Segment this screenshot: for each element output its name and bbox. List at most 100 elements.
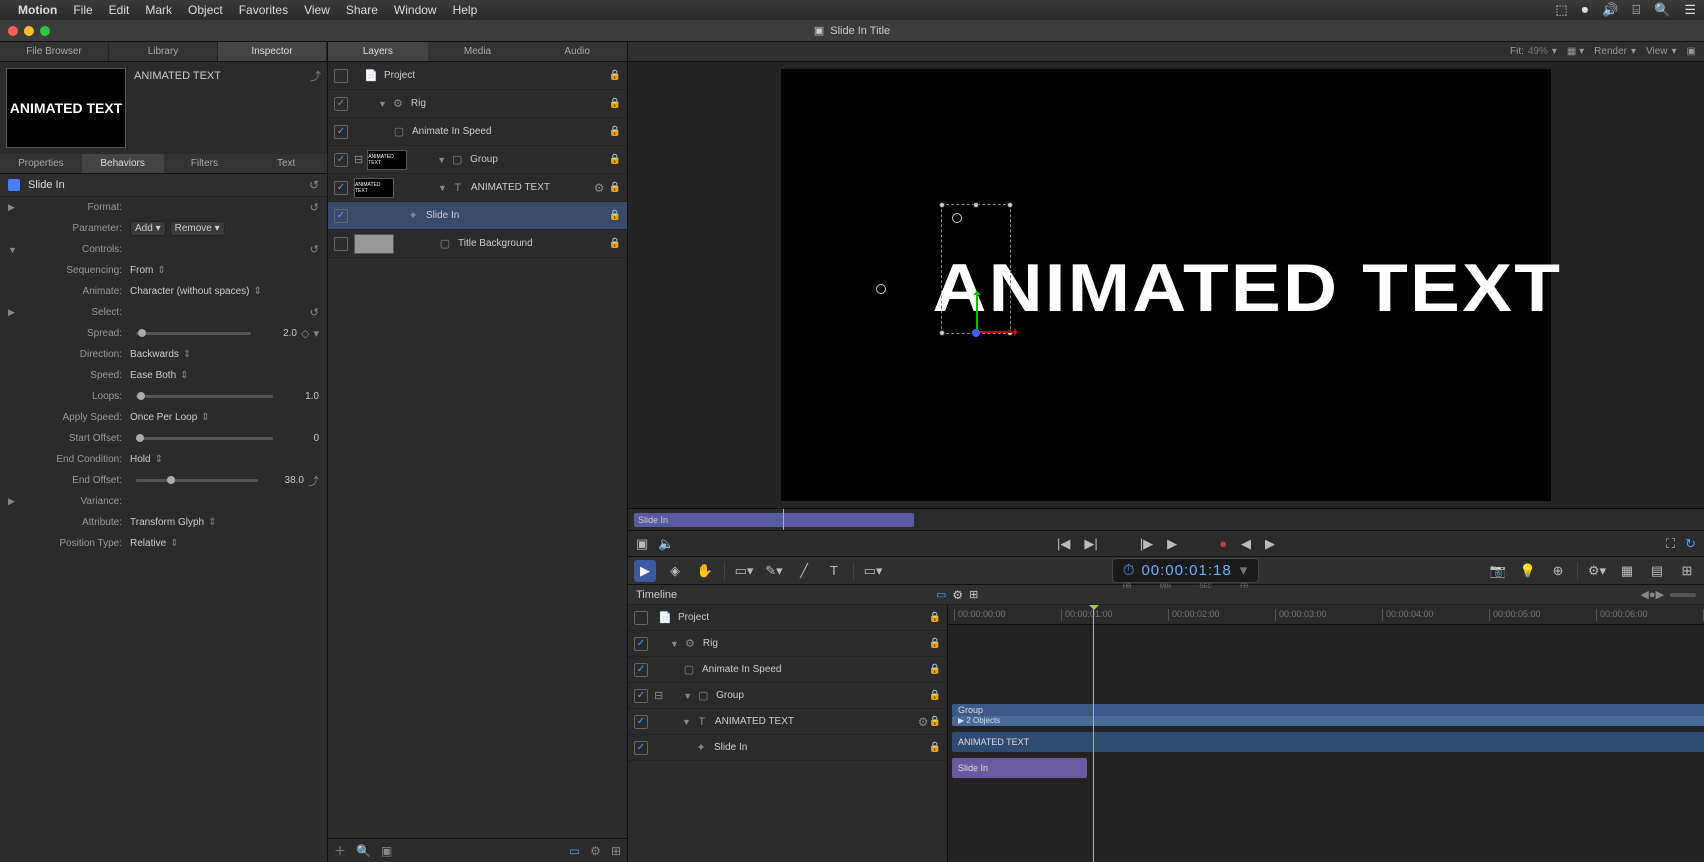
mask-tool-icon[interactable]: ▭▾ [862,560,884,582]
tab-media[interactable]: Media [428,42,528,61]
tab-library[interactable]: Library [109,42,218,61]
lock-icon[interactable]: 🔒 [609,126,621,137]
menu-favorites[interactable]: Favorites [239,3,288,17]
edit-points-tool-icon[interactable]: ◈ [664,560,686,582]
text-tool-icon[interactable]: T [823,560,845,582]
mini-playhead[interactable] [783,509,784,530]
minimize-button[interactable] [24,26,34,36]
track-header-row[interactable]: ▢ Animate In Speed 🔒 [628,657,947,683]
layer-row[interactable]: ANIMATED TEXT ▼ T ANIMATED TEXT ⚙ 🔒 [328,174,627,202]
loop-icon[interactable]: ↻ [1685,536,1696,552]
layer-row[interactable]: ▼ ⚙ Rig 🔒 [328,90,627,118]
track-name[interactable]: Rig [703,638,929,649]
track-enable-checkbox[interactable] [634,611,648,625]
show-gear-icon[interactable]: ⚙ [952,588,963,602]
layer-enable-checkbox[interactable] [334,181,348,195]
track-name[interactable]: Project [678,612,929,623]
zoom-button[interactable] [40,26,50,36]
play-from-start-icon[interactable]: |▶ [1140,536,1153,552]
disclosure-icon[interactable]: ▼ [8,245,20,255]
menu-object[interactable]: Object [188,3,223,17]
zoom-slider[interactable] [1670,593,1696,597]
layer-row[interactable]: ▢ Animate In Speed 🔒 [328,118,627,146]
show-video-icon[interactable]: ▭ [936,588,946,602]
menu-window[interactable]: Window [394,3,437,17]
track-header-row[interactable]: 📄 Project 🔒 [628,605,947,631]
layer-row[interactable]: ✦ Slide In 🔒 [328,202,627,230]
layer-name[interactable]: Group [470,154,604,165]
tab-properties[interactable]: Properties [0,154,82,173]
light-icon[interactable]: 💡 [1517,560,1539,582]
lock-icon[interactable]: 🔒 [929,716,941,727]
keyframe-menu-icon[interactable]: ▾ [313,327,319,340]
anchor-point[interactable] [876,284,886,294]
minus-icon[interactable]: ⊟ [654,689,663,702]
tab-layers[interactable]: Layers [328,42,428,61]
loops-slider[interactable] [136,395,273,398]
lock-icon[interactable]: 🔒 [609,70,621,81]
menu-file[interactable]: File [73,3,92,17]
mini-timeline[interactable]: Slide In [628,508,1704,530]
select-tool-icon[interactable]: ▶ [634,560,656,582]
disclosure-icon[interactable]: ▼ [670,639,679,649]
disclosure-icon[interactable]: ▼ [682,717,691,727]
close-button[interactable] [8,26,18,36]
menu-view[interactable]: View [304,3,330,17]
playhead[interactable] [1093,605,1094,862]
layer-enable-checkbox[interactable] [334,125,348,139]
loops-value[interactable]: 1.0 [279,391,319,402]
layer-name[interactable]: Animate In Speed [412,126,605,137]
layer-enable-checkbox[interactable] [334,237,348,251]
disclosure-icon[interactable]: ▼ [438,183,447,193]
play-icon[interactable]: ▶ [1167,536,1177,552]
disclosure-icon[interactable]: ▶ [8,496,20,507]
disclosure-icon[interactable]: ▼ [683,691,692,701]
status-wifi-icon[interactable]: ⌸ [1632,2,1640,18]
status-dropbox-icon[interactable]: ⬚ [1555,2,1567,18]
layer-row[interactable]: ⊟ ANIMATED TEXT ▼ ▢ Group 🔒 [328,146,627,174]
animate-value[interactable]: Character (without spaces) [130,286,250,297]
remove-parameter-dropdown[interactable]: Remove ▾ [170,221,225,236]
z-axis-icon[interactable] [972,329,980,337]
fit-control[interactable]: Fit: 49% ▾ [1510,46,1557,57]
clip-group-sub[interactable]: ▶ 2 Objects [952,716,1704,726]
layer-enable-checkbox[interactable] [334,69,348,83]
spread-slider[interactable] [136,332,251,335]
disclosure-icon[interactable]: ▶ [8,307,20,318]
lock-icon[interactable]: 🔒 [929,690,941,701]
position-type-value[interactable]: Relative [130,538,166,549]
render-menu[interactable]: Render ▾ [1594,46,1636,57]
lock-icon[interactable]: 🔒 [929,638,941,649]
gear-icon[interactable]: ⚙ [590,844,601,858]
clip-slide-in[interactable]: Slide In [952,758,1087,778]
layer-enable-checkbox[interactable] [334,97,348,111]
canvas-text[interactable]: ANIMATED TEXT [932,249,1562,327]
menu-help[interactable]: Help [453,3,478,17]
menu-mark[interactable]: Mark [145,3,172,17]
disclosure-icon[interactable]: ▼ [378,99,387,109]
tab-behaviors[interactable]: Behaviors [82,154,164,173]
selection-box[interactable] [941,204,1011,334]
lock-icon[interactable]: 🔒 [929,664,941,675]
status-screen-icon[interactable]: ⏺ [1582,2,1589,18]
rectangle-tool-icon[interactable]: ▭▾ [733,560,755,582]
end-offset-slider[interactable] [136,479,258,482]
track-enable-checkbox[interactable] [634,715,648,729]
layer-enable-checkbox[interactable] [334,209,348,223]
tab-filters[interactable]: Filters [164,154,246,173]
camera-icon[interactable]: 📷 [1487,560,1509,582]
layer-name[interactable]: Rig [411,98,605,109]
lock-icon[interactable]: 🔒 [929,742,941,753]
lock-icon[interactable]: 🔒 [609,98,621,109]
keyframe-icon[interactable]: ◇ [301,327,309,340]
bezier-tool-icon[interactable]: ✎▾ [763,560,785,582]
prev-keyframe-icon[interactable]: ◀ [1241,536,1251,552]
start-offset-slider[interactable] [136,437,273,440]
add-parameter-dropdown[interactable]: Add ▾ [130,221,166,236]
tab-audio[interactable]: Audio [527,42,627,61]
timeline-lanes[interactable]: 00:00:00:0000:00:01:0000:00:02:0000:00:0… [948,605,1704,862]
view-menu[interactable]: View ▾ [1646,46,1677,57]
layer-row[interactable]: ▢ Title Background 🔒 [328,230,627,258]
end-offset-value[interactable]: 38.0 [264,475,304,486]
menu-edit[interactable]: Edit [109,3,130,17]
